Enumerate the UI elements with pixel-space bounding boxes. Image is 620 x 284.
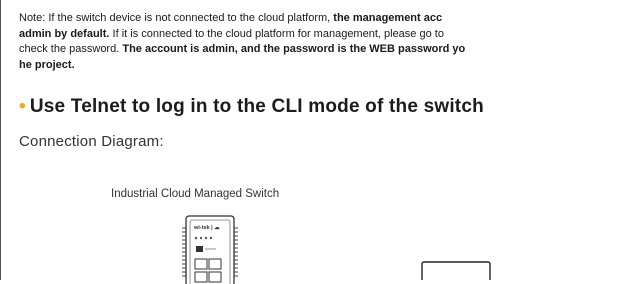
note-paragraph: Note: If the switch device is not connec… <box>19 11 619 73</box>
note-line-4: he project. <box>19 58 75 71</box>
switch-device-icon: wi-tek | ☁ <box>182 215 238 284</box>
note-line-3: check the password. The account is admin… <box>19 43 466 55</box>
note-line-2: admin by default. If it is connected to … <box>19 27 444 40</box>
heading-bullet: • <box>19 96 26 117</box>
switch-logo: wi-tek | ☁ <box>193 225 220 231</box>
note-line-1: Note: If the switch device is not connec… <box>19 12 443 24</box>
section-heading: • Use Telnet to log in to the CLI mode of… <box>19 96 619 118</box>
connection-diagram-caption: Connection Diagram: <box>19 133 164 150</box>
computer-monitor <box>421 261 491 280</box>
switch-console-port <box>196 246 203 252</box>
heading-text: Use Telnet to log in to the CLI mode of … <box>29 96 484 117</box>
computer-icon <box>421 261 491 280</box>
switch-device-label: Industrial Cloud Managed Switch <box>111 188 280 200</box>
